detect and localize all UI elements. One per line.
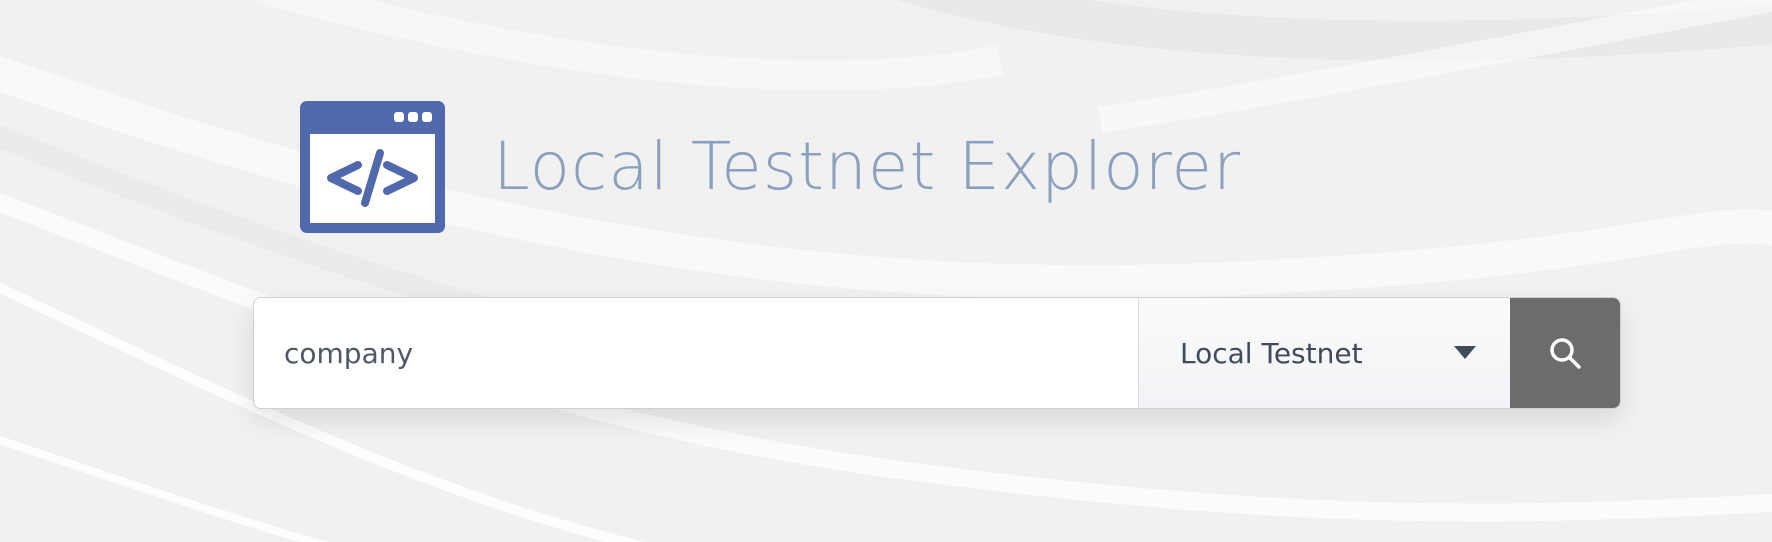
search-bar: Local Testnet xyxy=(253,297,1621,409)
page-title: Local Testnet Explorer xyxy=(493,128,1242,205)
search-button[interactable] xyxy=(1510,298,1620,408)
network-select-value: Local Testnet xyxy=(1180,336,1363,370)
network-select[interactable]: Local Testnet xyxy=(1139,298,1510,408)
caret-down-icon xyxy=(1454,346,1476,359)
browser-code-icon xyxy=(300,101,445,233)
brand-header: Local Testnet Explorer xyxy=(300,101,1241,233)
background-silk-pattern xyxy=(0,0,1772,542)
search-icon xyxy=(1550,338,1581,369)
search-input[interactable] xyxy=(254,298,1139,408)
